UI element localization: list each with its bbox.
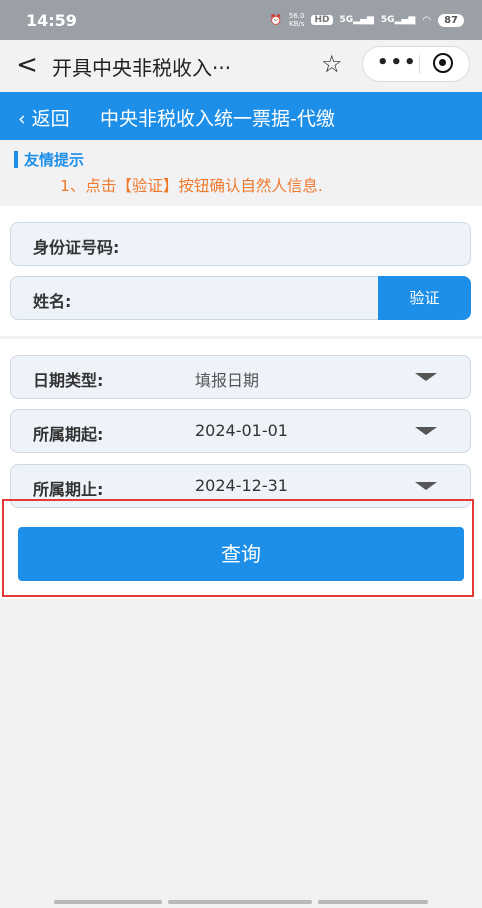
- star-icon[interactable]: ☆: [321, 50, 343, 78]
- net-speed-value: 56.0: [288, 12, 305, 20]
- app-title: 开具中央非税收入···: [52, 56, 232, 80]
- tips-accent-bar: [14, 151, 18, 168]
- caret-down-icon: [415, 373, 437, 381]
- tips-section: 友情提示 1、点击【验证】按钮确认自然人信息.: [0, 140, 482, 204]
- app-bar: < 开具中央非税收入··· ☆ •••: [0, 40, 482, 90]
- capsule-divider: [419, 55, 420, 74]
- identity-section: 身份证号码: 姓名: 验证: [0, 206, 482, 336]
- alarm-icon: ⏰: [269, 14, 282, 26]
- end-period-label: 所属期止:: [33, 480, 104, 499]
- page-header: ‹ 返回 中央非税收入统一票据-代缴: [0, 92, 482, 140]
- sim2-label: 5G: [380, 15, 395, 25]
- status-time: 14:59: [26, 11, 77, 30]
- signal-sim2-icon: 5G▂▄▆: [380, 15, 416, 25]
- caret-down-icon: [415, 427, 437, 435]
- back-link[interactable]: ‹ 返回: [18, 104, 70, 131]
- highlight-box: [2, 499, 474, 597]
- tips-text: 1、点击【验证】按钮确认自然人信息.: [60, 177, 323, 195]
- net-speed: 56.0 KB/s: [289, 12, 305, 28]
- date-type-value: 填报日期: [195, 371, 260, 390]
- start-period-select[interactable]: 所属期起: 2024-01-01: [10, 409, 471, 453]
- back-label: 返回: [31, 108, 70, 130]
- home-indicator: [168, 900, 312, 904]
- id-number-label: 身份证号码:: [33, 238, 120, 257]
- date-type-select[interactable]: 日期类型: 填报日期: [10, 355, 471, 399]
- back-arrow-icon[interactable]: <: [12, 50, 42, 80]
- name-label: 姓名:: [33, 292, 72, 311]
- page-title: 中央非税收入统一票据-代缴: [100, 108, 335, 130]
- status-bar: 14:59 ⏰ 56.0 KB/s HD 5G▂▄▆ 5G▂▄▆ ◠ 87: [0, 0, 482, 40]
- signal-sim1-icon: 5G▂▄▆: [339, 15, 374, 25]
- home-indicator: [54, 900, 162, 904]
- net-speed-unit: KB/s: [288, 20, 305, 28]
- home-indicator: [318, 900, 428, 904]
- capsule-menu: •••: [362, 46, 470, 82]
- sim1-label: 5G: [339, 15, 354, 25]
- wifi-icon: ◠: [422, 14, 432, 26]
- close-target-icon[interactable]: [433, 53, 453, 73]
- battery-badge: 87: [438, 13, 464, 27]
- start-period-value: 2024-01-01: [195, 421, 288, 440]
- start-period-label: 所属期起:: [33, 425, 104, 444]
- name-field[interactable]: 姓名: 验证: [10, 276, 471, 320]
- status-icons: ⏰ 56.0 KB/s HD 5G▂▄▆ 5G▂▄▆ ◠ 87: [269, 12, 464, 28]
- id-number-field[interactable]: 身份证号码:: [10, 222, 471, 266]
- end-period-value: 2024-12-31: [195, 476, 288, 495]
- tips-title: 友情提示: [24, 151, 85, 169]
- date-type-label: 日期类型:: [33, 371, 104, 390]
- verify-button[interactable]: 验证: [378, 276, 471, 320]
- hd-badge: HD: [311, 15, 333, 25]
- more-icon[interactable]: •••: [377, 52, 418, 73]
- caret-down-icon: [415, 482, 437, 490]
